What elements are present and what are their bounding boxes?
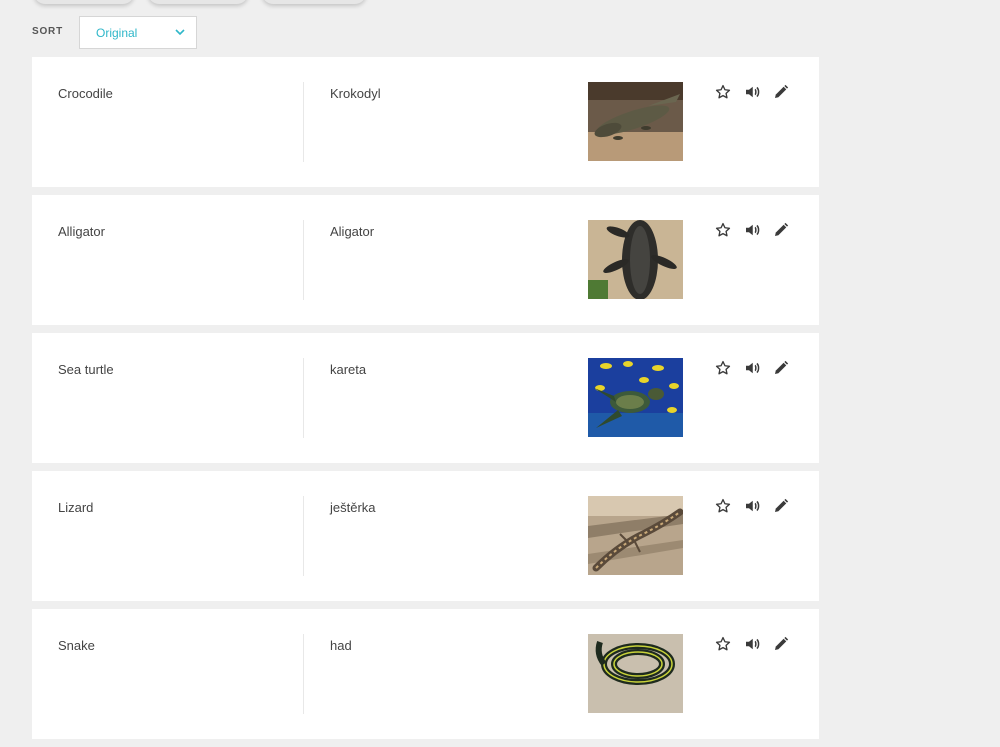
- pencil-icon[interactable]: [772, 83, 790, 101]
- term-card: Sea turtle kareta: [32, 333, 819, 463]
- alligator-image: [588, 220, 683, 299]
- chevron-down-icon: [175, 29, 185, 36]
- pencil-icon[interactable]: [772, 221, 790, 239]
- speaker-icon[interactable]: [743, 221, 761, 239]
- term-card: Lizard ještěrka: [32, 471, 819, 601]
- speaker-icon[interactable]: [743, 635, 761, 653]
- term-text[interactable]: Alligator: [58, 224, 105, 239]
- term-text[interactable]: Crocodile: [58, 86, 113, 101]
- definition-text[interactable]: ještěrka: [330, 500, 376, 515]
- speaker-icon[interactable]: [743, 497, 761, 515]
- divider: [303, 220, 304, 300]
- term-text[interactable]: Snake: [58, 638, 95, 653]
- star-icon[interactable]: [714, 497, 732, 515]
- sort-label: SORT: [32, 26, 63, 37]
- term-text[interactable]: Sea turtle: [58, 362, 114, 377]
- snake-image: [588, 634, 683, 713]
- card-actions: [714, 221, 790, 239]
- definition-text[interactable]: kareta: [330, 362, 366, 377]
- star-icon[interactable]: [714, 221, 732, 239]
- crocodile-image: [588, 82, 683, 161]
- star-icon[interactable]: [714, 359, 732, 377]
- term-list: Crocodile Krokodyl Alligator Aligator Se…: [32, 57, 819, 747]
- pencil-icon[interactable]: [772, 635, 790, 653]
- definition-text[interactable]: had: [330, 638, 352, 653]
- card-actions: [714, 359, 790, 377]
- pencil-icon[interactable]: [772, 497, 790, 515]
- sort-selected-value: Original: [96, 26, 138, 40]
- divider: [303, 82, 304, 162]
- speaker-icon[interactable]: [743, 83, 761, 101]
- lizard-image: [588, 496, 683, 575]
- card-actions: [714, 497, 790, 515]
- card-actions: [714, 83, 790, 101]
- sea-turtle-image: [588, 358, 683, 437]
- term-card: Crocodile Krokodyl: [32, 57, 819, 187]
- card-actions: [714, 635, 790, 653]
- top-button-1[interactable]: [34, 0, 134, 4]
- definition-text[interactable]: Krokodyl: [330, 86, 381, 101]
- speaker-icon[interactable]: [743, 359, 761, 377]
- sort-dropdown[interactable]: Original: [79, 16, 197, 49]
- divider: [303, 496, 304, 576]
- star-icon[interactable]: [714, 83, 732, 101]
- pencil-icon[interactable]: [772, 359, 790, 377]
- definition-text[interactable]: Aligator: [330, 224, 374, 239]
- top-button-3[interactable]: [262, 0, 366, 4]
- star-icon[interactable]: [714, 635, 732, 653]
- top-toolbar: [0, 0, 1000, 8]
- term-card: Alligator Aligator: [32, 195, 819, 325]
- top-button-2[interactable]: [148, 0, 248, 4]
- term-text[interactable]: Lizard: [58, 500, 93, 515]
- term-card: Snake had: [32, 609, 819, 739]
- divider: [303, 634, 304, 714]
- divider: [303, 358, 304, 438]
